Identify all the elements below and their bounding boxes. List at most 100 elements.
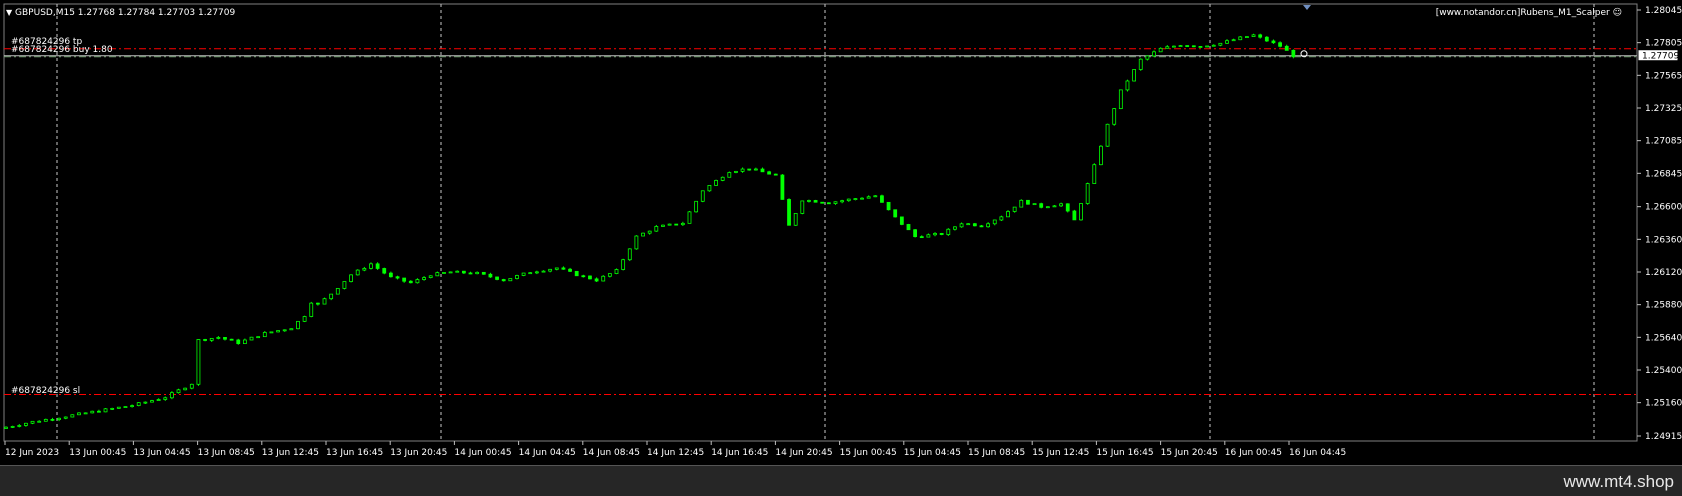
candle-body xyxy=(369,263,373,269)
smiley-icon[interactable]: ☺ xyxy=(1613,8,1622,18)
candle-body xyxy=(933,233,937,236)
y-tick-label: 1.26120 xyxy=(1645,268,1682,278)
candle-body xyxy=(183,387,188,391)
candle-body xyxy=(163,397,168,400)
x-tick-label: 13 Jun 08:45 xyxy=(198,448,255,458)
chart-window[interactable]: 1.28045 1.27805 1.27565 1.27325 1.27085 1.268… xyxy=(0,0,1682,465)
candle-body xyxy=(229,338,234,341)
candle-body xyxy=(223,337,227,340)
candle-body xyxy=(853,198,858,200)
candle-body xyxy=(634,235,639,250)
candle-body xyxy=(1291,49,1296,58)
chart-shift-marker-icon[interactable] xyxy=(1303,5,1311,10)
y-tick-label: 1.27805 xyxy=(1645,39,1682,49)
candle-body xyxy=(296,320,300,330)
y-tick-label: 1.27325 xyxy=(1645,104,1682,114)
candle-body xyxy=(740,168,745,172)
candle-body xyxy=(800,200,805,214)
candle-body xyxy=(289,328,294,331)
candle-body xyxy=(846,198,851,202)
candle-body xyxy=(913,229,918,238)
candle-body xyxy=(203,339,207,341)
candle-body xyxy=(1271,40,1276,44)
candle-body xyxy=(926,234,931,238)
candle-body xyxy=(97,410,101,413)
candle-body xyxy=(508,278,513,282)
candle-body xyxy=(249,336,254,341)
candle-body xyxy=(488,273,493,278)
x-tick-label: 14 Jun 04:45 xyxy=(519,448,576,458)
candle-body xyxy=(1012,206,1017,212)
x-tick-label: 15 Jun 20:45 xyxy=(1161,448,1218,458)
candle-body xyxy=(667,223,672,226)
candle-body xyxy=(461,270,466,274)
candle-body xyxy=(322,298,327,305)
candle-body xyxy=(329,293,334,300)
candle-body xyxy=(156,399,161,401)
candle-body xyxy=(256,336,261,339)
candle-body xyxy=(1019,199,1024,208)
candle-body xyxy=(150,400,154,403)
candle-body xyxy=(574,270,579,277)
candle-body xyxy=(262,332,267,338)
x-tick-label: 16 Jun 00:45 xyxy=(1225,448,1282,458)
candle-body xyxy=(654,226,659,232)
candle-body xyxy=(972,223,977,227)
y-tick-label: 1.27565 xyxy=(1645,71,1682,81)
candle-body xyxy=(966,223,971,226)
candle-body xyxy=(83,412,88,415)
candle-body xyxy=(601,275,606,282)
candle-body xyxy=(1006,211,1010,218)
collapse-triangle-icon[interactable]: ▼ xyxy=(6,8,12,17)
expert-name: [www.notandor.cn]Rubens_M1_Scalper xyxy=(1435,8,1610,18)
candle-body xyxy=(242,339,247,345)
candle-body xyxy=(787,199,791,226)
y-tick-label: 1.27085 xyxy=(1645,137,1682,147)
candle-body xyxy=(893,209,898,218)
candle-body xyxy=(986,223,991,228)
candle-body xyxy=(123,406,128,408)
candle-body xyxy=(17,425,22,427)
x-tick-label: 14 Jun 12:45 xyxy=(647,448,704,458)
candle-body xyxy=(169,392,174,399)
candle-body xyxy=(315,302,320,305)
x-tick-label: 15 Jun 16:45 xyxy=(1096,448,1153,458)
x-tick-label: 14 Jun 20:45 xyxy=(775,448,832,458)
candle-body xyxy=(860,197,864,200)
candle-body xyxy=(886,201,891,211)
y-tick-label: 1.25880 xyxy=(1645,301,1682,311)
candle-body xyxy=(833,201,838,204)
candle-body xyxy=(1052,205,1057,208)
candle-body xyxy=(282,329,287,332)
candle-body xyxy=(707,185,712,192)
candle-body xyxy=(820,201,825,204)
expert-advisor-label[interactable]: [www.notandor.cn]Rubens_M1_Scalper ☺ xyxy=(1436,8,1622,18)
price-chart[interactable]: 1.28045 1.27805 1.27565 1.27325 1.27085 1.268… xyxy=(0,0,1682,465)
candle-body xyxy=(1178,45,1183,47)
candle-body xyxy=(355,269,360,276)
x-tick-label: 13 Jun 04:45 xyxy=(133,448,190,458)
candle-body xyxy=(1158,47,1163,53)
candle-body xyxy=(1225,40,1229,44)
symbol-header[interactable]: ▼ GBPUSD,M15 1.27768 1.27784 1.27703 1.2… xyxy=(6,8,235,18)
footer-bar: www.mt4.shop xyxy=(0,465,1682,496)
y-tick-label: 1.26360 xyxy=(1645,235,1682,245)
candle-body xyxy=(90,410,95,414)
candle-body xyxy=(216,337,221,339)
symbol-info: GBPUSD,M15 1.27768 1.27784 1.27703 1.277… xyxy=(15,8,236,18)
candle-body xyxy=(1264,36,1269,42)
candle-body xyxy=(1251,34,1256,37)
candle-body xyxy=(946,228,951,235)
candle-body xyxy=(548,268,553,272)
candle-body xyxy=(687,211,692,224)
candle-body xyxy=(594,278,599,282)
candle-body xyxy=(1198,46,1203,48)
candle-body xyxy=(979,225,984,228)
order-lines xyxy=(4,48,1637,395)
candle-body xyxy=(588,275,592,280)
candle-body xyxy=(674,223,679,226)
candle-body xyxy=(302,316,307,322)
candle-body xyxy=(50,418,55,421)
sl-label: #687824296 sl xyxy=(11,386,81,396)
candle-body xyxy=(720,176,725,181)
